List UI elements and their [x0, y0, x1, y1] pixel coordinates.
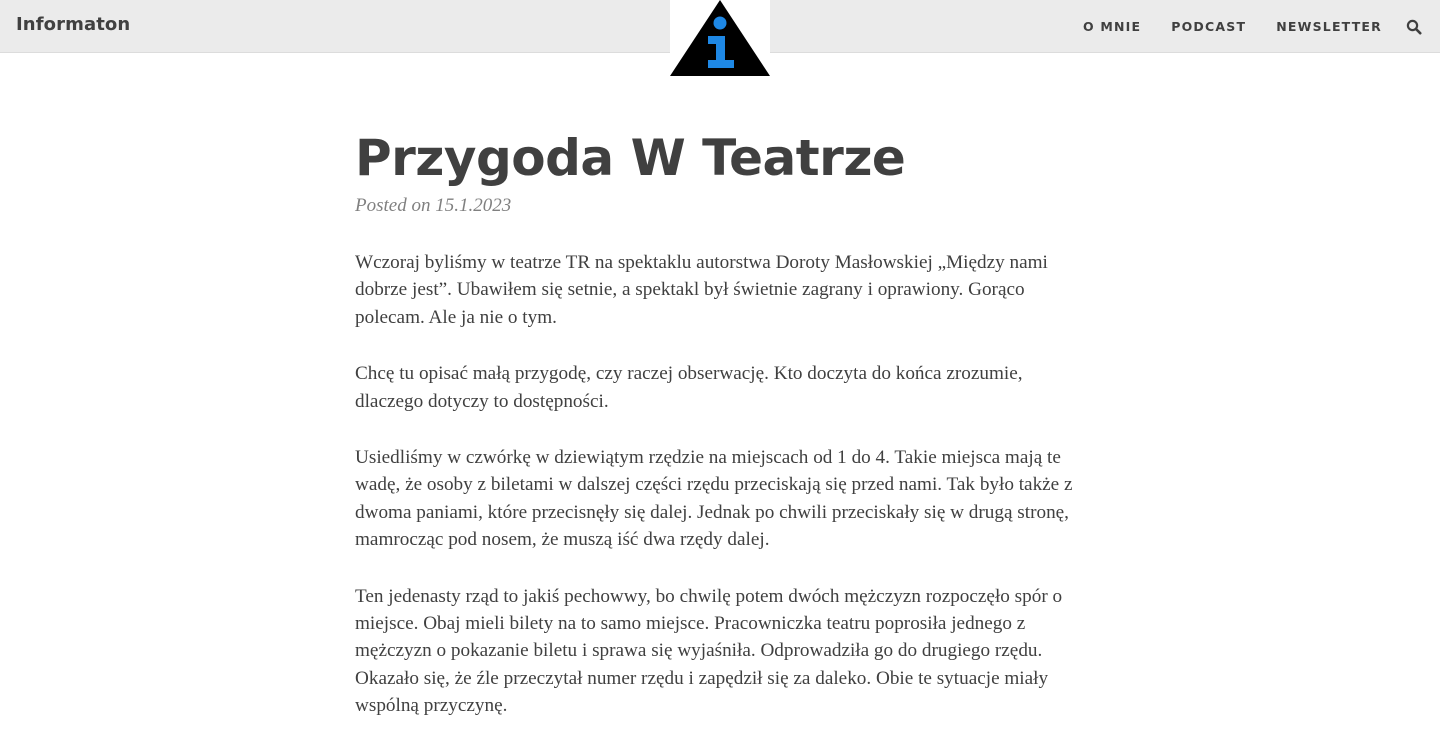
search-icon — [1406, 19, 1422, 35]
site-logo[interactable] — [670, 0, 770, 76]
nav-link-o-mnie[interactable]: O MNIE — [1083, 19, 1141, 34]
site-brand-link[interactable]: Informaton — [16, 14, 130, 35]
post-paragraph: Usiedliśmy w czwórkę w dziewiątym rzędzi… — [355, 447, 1073, 551]
post-date: Posted on 15.1.2023 — [355, 195, 512, 216]
post-body: Wczoraj byliśmy w teatrze TR na spektakl… — [355, 249, 1085, 720]
post-content: Przygoda W Teatrze Posted on 15.1.2023 W… — [355, 120, 1085, 749]
search-button[interactable] — [1406, 19, 1422, 35]
post-paragraph: Wczoraj byliśmy w teatrze TR na spektakl… — [355, 252, 1048, 328]
info-triangle-icon — [670, 0, 770, 76]
post-paragraph: Chcę tu opisać małą przygodę, czy raczej… — [355, 363, 1023, 412]
top-navbar: Informaton O MNIE PODCAST NEWSLETTER — [0, 0, 1440, 76]
main-navigation: O MNIE PODCAST NEWSLETTER — [1083, 19, 1382, 34]
nav-link-newsletter[interactable]: NEWSLETTER — [1276, 19, 1382, 34]
nav-link-podcast[interactable]: PODCAST — [1171, 19, 1246, 34]
post-paragraph: Ten jedenasty rząd to jakiś pechowwy, bo… — [355, 585, 1063, 717]
post-title: Przygoda W Teatrze — [355, 129, 906, 187]
